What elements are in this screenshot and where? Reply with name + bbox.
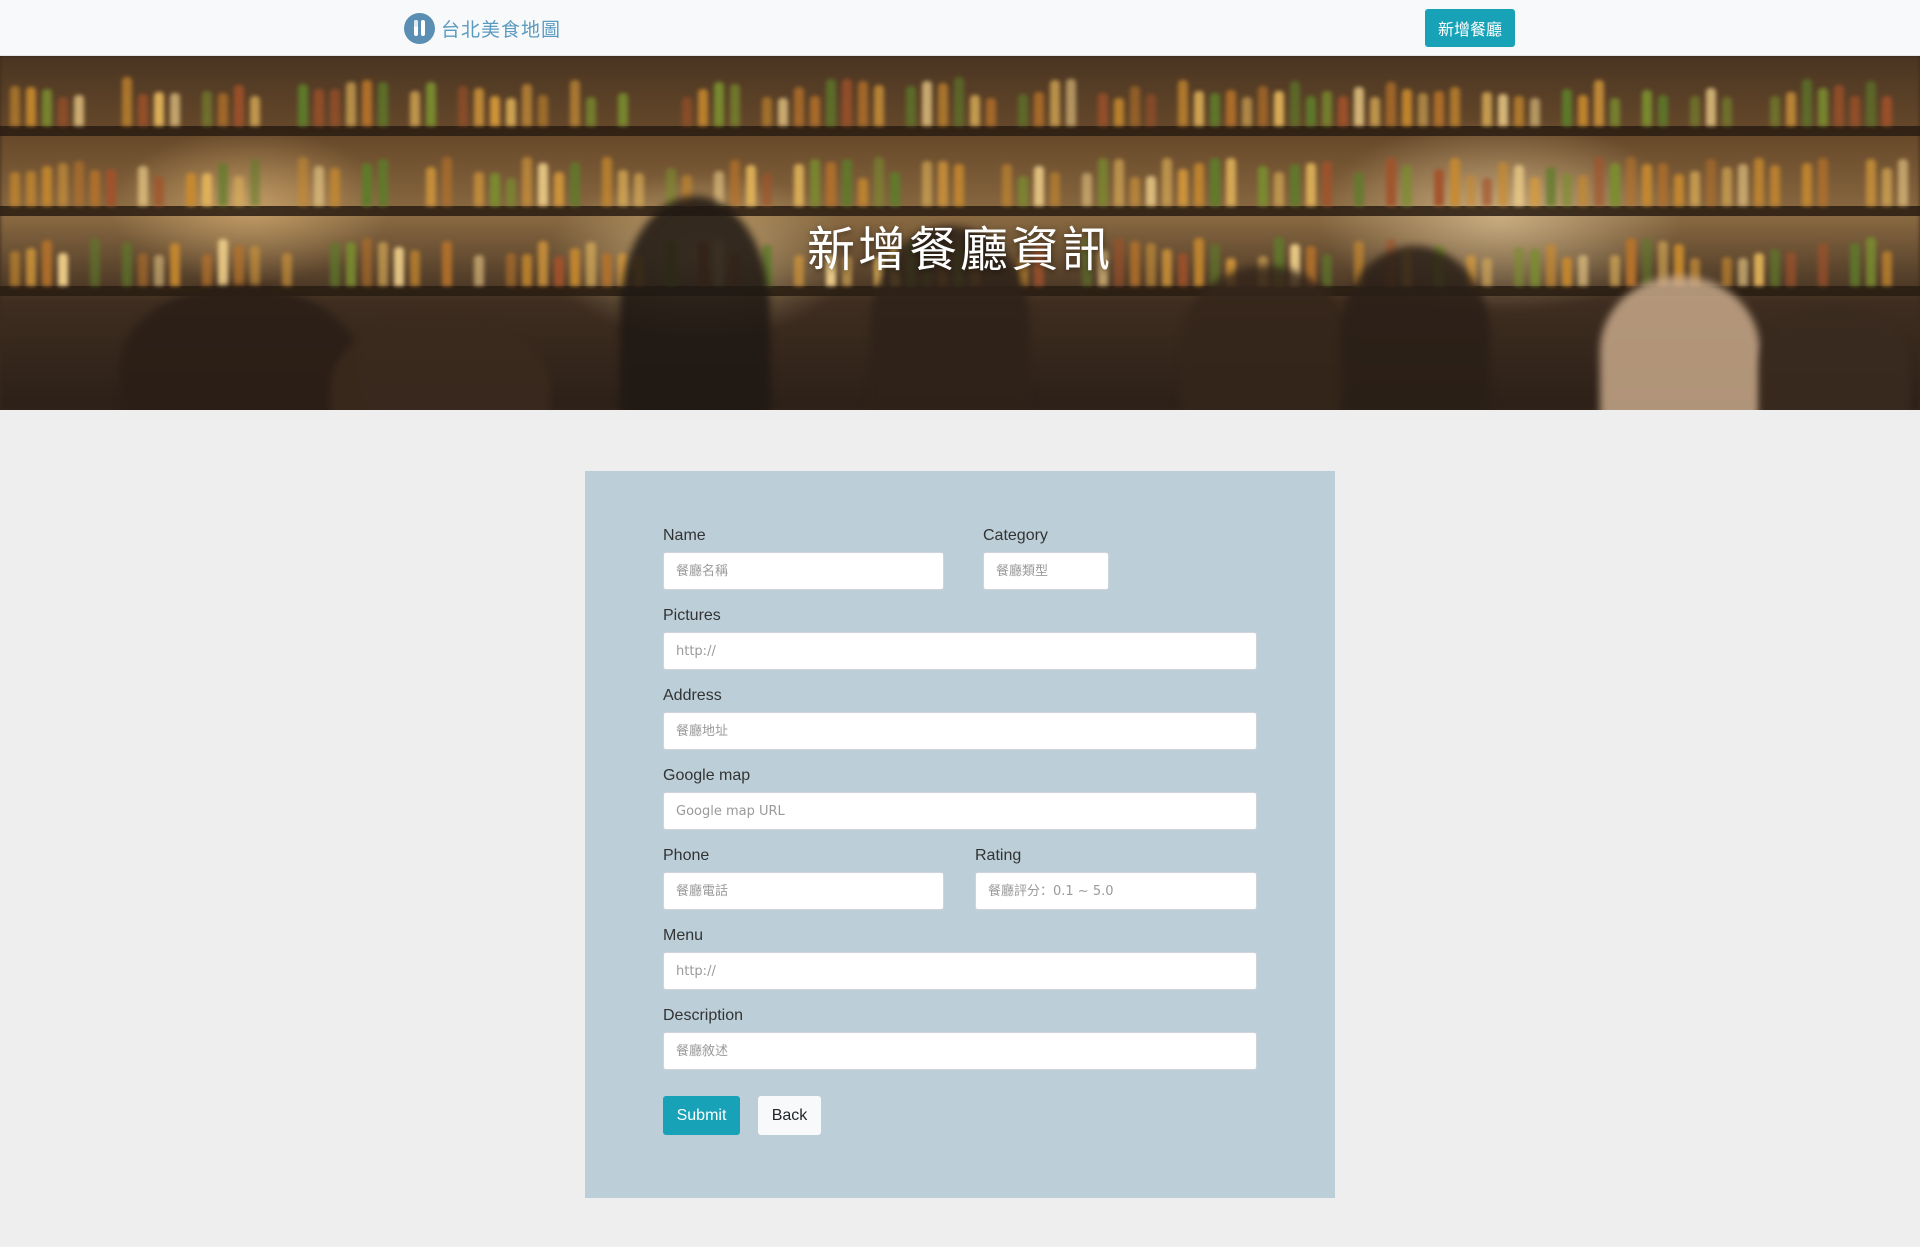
address-field-group: Address — [663, 686, 1257, 750]
page-title: 新增餐廳資訊 — [806, 222, 1113, 278]
rating-input[interactable] — [975, 872, 1257, 910]
name-field-group: Name — [663, 526, 944, 590]
utensils-icon — [404, 12, 435, 44]
google-map-label: Google map — [663, 767, 751, 784]
brand-link[interactable]: 台北美食地圖 — [404, 12, 561, 44]
pictures-label: Pictures — [663, 607, 721, 624]
phone-field-group: Phone — [663, 846, 944, 910]
name-label: Name — [663, 527, 706, 544]
pictures-field-group: Pictures — [663, 606, 1257, 670]
google-map-input[interactable] — [663, 792, 1257, 830]
description-input[interactable] — [663, 1032, 1257, 1070]
menu-field-group: Menu — [663, 926, 1257, 990]
menu-input[interactable] — [663, 952, 1257, 990]
address-input[interactable] — [663, 712, 1257, 750]
back-button[interactable]: Back — [758, 1096, 821, 1135]
add-restaurant-button[interactable]: 新增餐廳 — [1425, 9, 1515, 47]
name-input[interactable] — [663, 552, 944, 590]
pictures-input[interactable] — [663, 632, 1257, 670]
description-field-group: Description — [663, 1006, 1257, 1070]
brand-text: 台北美食地圖 — [441, 18, 562, 41]
phone-input[interactable] — [663, 872, 944, 910]
category-input[interactable] — [983, 552, 1109, 590]
navbar: 台北美食地圖 新增餐廳 — [0, 0, 1920, 56]
description-label: Description — [663, 1007, 744, 1024]
category-field-group: Category — [983, 526, 1109, 590]
submit-button[interactable]: Submit — [663, 1096, 740, 1135]
category-label: Category — [983, 527, 1048, 544]
rating-field-group: Rating — [975, 846, 1257, 910]
google-map-field-group: Google map — [663, 766, 1257, 830]
hero-banner: 新增餐廳資訊 — [0, 56, 1920, 410]
rating-label: Rating — [975, 847, 1022, 864]
menu-label: Menu — [663, 927, 704, 944]
phone-label: Phone — [663, 847, 710, 864]
restaurant-form: Name Category Pictures Address Google ma… — [585, 471, 1335, 1198]
address-label: Address — [663, 687, 722, 704]
